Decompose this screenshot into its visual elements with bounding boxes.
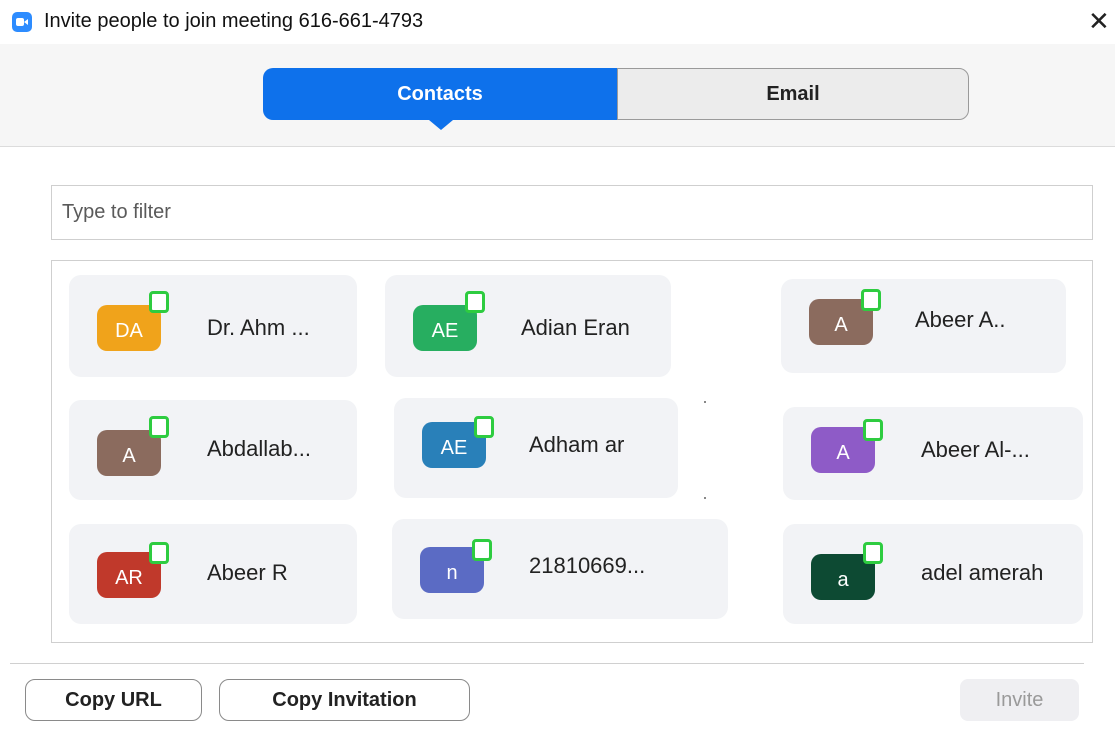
contact-card[interactable]: AR Abeer R xyxy=(69,524,357,624)
avatar-initials: AE xyxy=(440,436,468,459)
title-bar: Invite people to join meeting 616-661-47… xyxy=(0,0,1115,44)
contact-card[interactable]: A Abeer Al-... xyxy=(783,407,1083,500)
presence-status-icon xyxy=(863,542,883,564)
tab-switcher: Contacts Email xyxy=(263,68,969,130)
contact-name: Abeer R xyxy=(207,560,288,585)
close-icon[interactable]: ✕ xyxy=(1088,8,1110,34)
contact-card[interactable]: AE Adian Eran xyxy=(385,275,671,377)
contact-name: Abeer Al-... xyxy=(921,437,1030,462)
avatar-initials: A xyxy=(122,444,136,467)
copy-invitation-button[interactable]: Copy Invitation xyxy=(219,679,470,721)
avatar-initials: DA xyxy=(115,319,143,342)
avatar-initials: A xyxy=(836,441,850,464)
presence-status-icon xyxy=(474,416,494,438)
avatar-initials: AR xyxy=(115,566,143,589)
presence-status-icon xyxy=(149,542,169,564)
contact-card[interactable]: n 21810669... xyxy=(392,519,728,619)
contact-card[interactable]: a adel amerah xyxy=(783,524,1083,624)
contact-name: Adham ar xyxy=(529,432,625,457)
footer-divider xyxy=(10,663,1084,664)
presence-status-icon xyxy=(861,289,881,311)
tab-contacts[interactable]: Contacts xyxy=(263,68,617,120)
avatar-initials: n xyxy=(446,561,458,584)
tab-email[interactable]: Email xyxy=(617,68,969,120)
contact-name: Adian Eran xyxy=(521,315,630,340)
contact-name: adel amerah xyxy=(921,560,1044,585)
contact-card[interactable]: A Abeer A.. xyxy=(781,279,1066,373)
contact-card[interactable]: A Abdallab... xyxy=(69,400,357,500)
window-title: Invite people to join meeting 616-661-47… xyxy=(44,10,424,32)
filter-input[interactable] xyxy=(51,185,1093,240)
presence-status-icon xyxy=(863,419,883,441)
contacts-grid: DA Dr. Ahm ... AE Adian Eran A Abeer A..… xyxy=(51,260,1093,643)
presence-status-icon xyxy=(472,539,492,561)
contact-name: Abeer A.. xyxy=(915,307,1006,332)
presence-status-icon xyxy=(149,416,169,438)
active-tab-pointer xyxy=(429,120,453,130)
avatar-initials: a xyxy=(837,568,849,591)
presence-status-icon xyxy=(149,291,169,313)
invite-button[interactable]: Invite xyxy=(960,679,1079,721)
avatar-initials: A xyxy=(834,313,848,336)
zoom-app-icon xyxy=(12,12,32,32)
contact-card[interactable]: AE Adham ar xyxy=(394,398,678,498)
copy-url-button[interactable]: Copy URL xyxy=(25,679,202,721)
presence-status-icon xyxy=(465,291,485,313)
avatar-initials: AE xyxy=(431,319,459,342)
contact-name: Abdallab... xyxy=(207,436,311,461)
contact-card[interactable]: DA Dr. Ahm ... xyxy=(69,275,357,377)
tab-header: Contacts Email xyxy=(0,44,1115,147)
contact-name: 21810669... xyxy=(529,553,646,578)
contact-name: Dr. Ahm ... xyxy=(207,315,310,340)
divider xyxy=(704,401,706,501)
